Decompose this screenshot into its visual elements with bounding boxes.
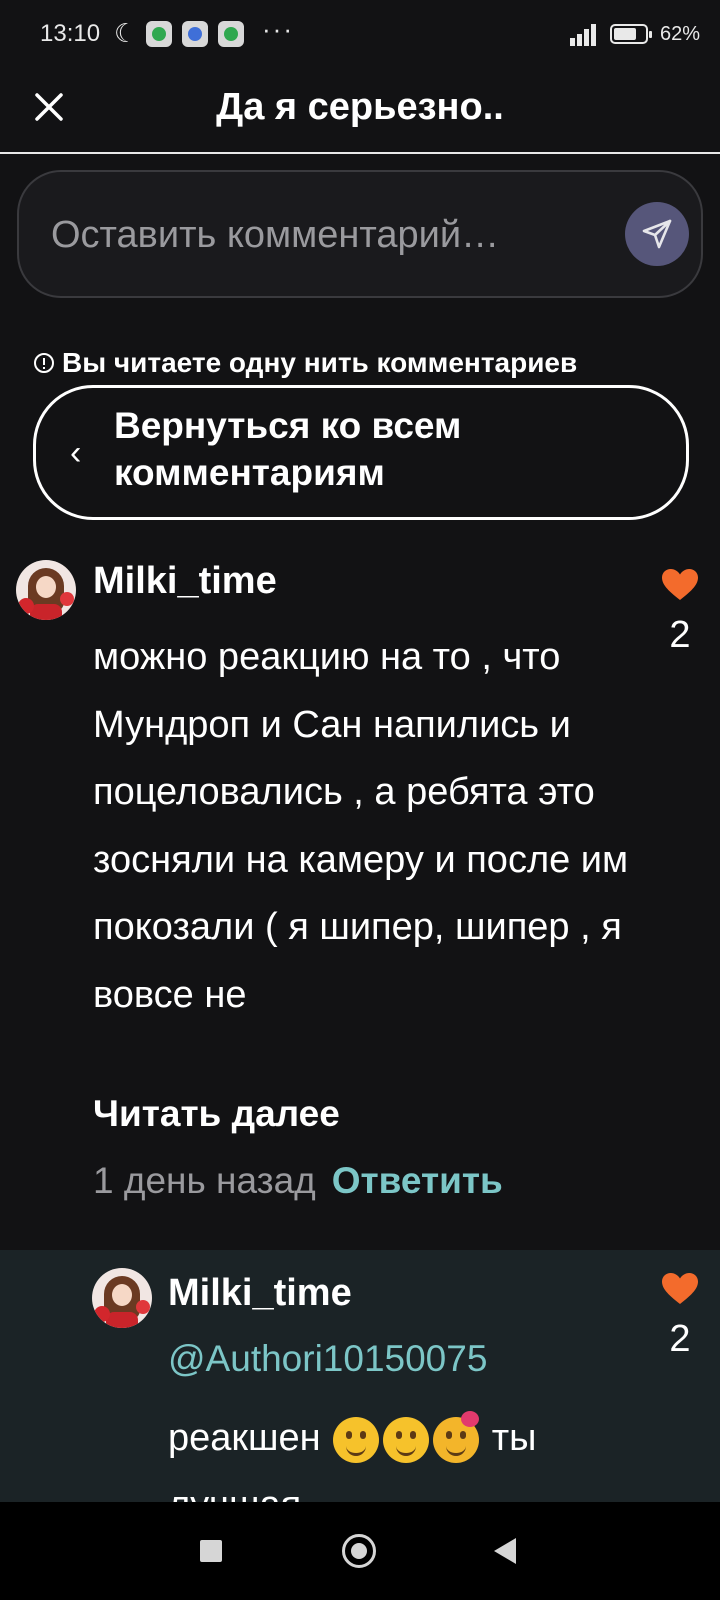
app-notification-icon bbox=[146, 21, 172, 47]
like-count: 2 bbox=[669, 614, 691, 656]
heart-icon[interactable] bbox=[661, 568, 699, 602]
send-icon bbox=[642, 219, 672, 249]
reply-text: реакшен ты лучшая bbox=[168, 1405, 628, 1502]
thread-notice-text: Вы читаете одну нить комментариев bbox=[62, 347, 578, 378]
comment-meta: 1 день назад Ответить bbox=[93, 1160, 503, 1202]
page-title: Да я серьезно.. bbox=[216, 86, 504, 128]
thread-notice: Вы читаете одну нить комментариев bbox=[34, 346, 577, 380]
signal-icon bbox=[562, 22, 598, 46]
heart-icon[interactable] bbox=[661, 1272, 699, 1306]
header: Да я серьезно.. bbox=[0, 70, 720, 154]
system-navigation-bar bbox=[0, 1502, 720, 1600]
avatar[interactable] bbox=[92, 1268, 152, 1328]
comment-item: Milki_time можно реакцию на то , что Мун… bbox=[0, 548, 720, 1250]
comment-input[interactable] bbox=[49, 202, 593, 268]
like-control: 2 bbox=[650, 1272, 710, 1361]
battery-level: 62% bbox=[660, 23, 701, 45]
comment-username[interactable]: Milki_time bbox=[93, 560, 277, 603]
chevron-left-icon: ‹ bbox=[70, 434, 82, 472]
send-button[interactable] bbox=[625, 202, 689, 266]
reply-text-start: реакшен bbox=[168, 1417, 321, 1459]
yum-emoji-icon bbox=[333, 1416, 380, 1463]
info-icon bbox=[34, 353, 54, 373]
comment-timestamp: 1 день назад bbox=[93, 1160, 316, 1201]
mention-link[interactable]: @Authori10150075 bbox=[168, 1338, 487, 1380]
reply-username[interactable]: Milki_time bbox=[168, 1272, 352, 1315]
smiling-hearts-emoji-icon bbox=[433, 1410, 480, 1463]
kiss-emoji-icon bbox=[383, 1416, 430, 1463]
status-bar: 13:10 ☾ ··· 62% bbox=[0, 0, 720, 70]
vpn-icon bbox=[182, 21, 208, 47]
comment-composer bbox=[17, 170, 703, 298]
battery-icon bbox=[610, 24, 652, 44]
like-count: 2 bbox=[669, 1318, 691, 1360]
back-to-all-comments-button[interactable]: ‹ Вернуться ко всем комментариям bbox=[33, 385, 689, 520]
back-to-all-comments-label: Вернуться ко всем комментариям bbox=[114, 405, 462, 493]
app-notification-icon bbox=[218, 21, 244, 47]
like-control: 2 bbox=[650, 568, 710, 657]
status-time: 13:10 bbox=[40, 20, 101, 47]
reply-text-end: лучшая bbox=[168, 1484, 301, 1502]
more-notifications-icon: ··· bbox=[262, 14, 294, 44]
recent-apps-button[interactable] bbox=[200, 1540, 222, 1562]
moon-icon: ☾ bbox=[114, 18, 138, 48]
avatar[interactable] bbox=[16, 560, 76, 620]
reply-button[interactable]: Ответить bbox=[332, 1160, 503, 1202]
reply-text-mid: ты bbox=[491, 1417, 537, 1459]
reply-item: Milki_time @Authori10150075 реакшен ты л… bbox=[0, 1250, 720, 1502]
comment-text: можно реакцию на то , что Мундроп и Сан … bbox=[93, 636, 629, 1016]
back-button[interactable] bbox=[494, 1538, 516, 1564]
home-button[interactable] bbox=[342, 1534, 376, 1568]
read-more-link[interactable]: Читать далее bbox=[93, 1093, 340, 1135]
